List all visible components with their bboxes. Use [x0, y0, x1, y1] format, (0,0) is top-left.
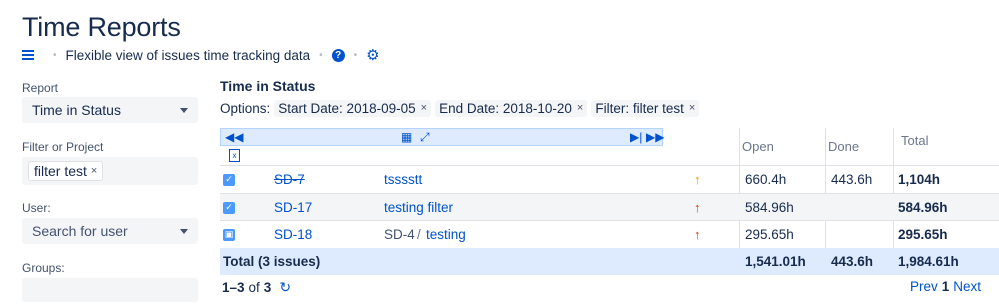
close-icon[interactable]: × — [91, 165, 97, 177]
priority-highest-icon: ↑ — [694, 200, 701, 215]
issue-type-task-icon: ✓ — [223, 201, 235, 214]
section-title: Time in Status — [220, 78, 316, 94]
expand-icon[interactable]: ⤢ — [420, 130, 430, 144]
groups-label: Groups: — [22, 261, 65, 275]
table-row: ▣ SD-18 SD-4 / testing ↑ 295.65h 295.65h — [220, 221, 999, 248]
option-label: End Date: 2018-10-20 — [439, 100, 572, 116]
issue-type-task-icon: ✓ — [223, 173, 235, 186]
next-page-link[interactable]: Next — [953, 279, 981, 294]
pagination-count: 3 — [263, 280, 272, 295]
pagination-summary: 1–3 of 3 ↻ — [222, 279, 291, 296]
refresh-icon[interactable]: ↻ — [279, 279, 291, 296]
separator-dot: • — [319, 49, 323, 61]
parent-issue-key[interactable]: SD-4 — [384, 221, 415, 248]
issue-key-link[interactable]: SD-18 — [274, 221, 312, 248]
chevron-down-icon — [180, 228, 188, 234]
header-subbar: • Flexible view of issues time tracking … — [22, 46, 380, 64]
separator-dot: • — [53, 49, 57, 61]
gear-icon[interactable]: ⚙ — [366, 48, 379, 63]
option-end-date[interactable]: End Date: 2018-10-20 × — [435, 99, 588, 117]
report-select-value: Time in Status — [32, 102, 121, 118]
option-filter[interactable]: Filter: filter test × — [591, 99, 700, 117]
prev-page-link[interactable]: Prev — [910, 279, 938, 294]
close-icon[interactable]: × — [689, 102, 695, 114]
column-header-total[interactable]: Total — [901, 133, 928, 148]
report-select[interactable]: Time in Status — [22, 97, 198, 123]
report-label: Report — [22, 81, 59, 95]
issue-summary-link[interactable]: tsssstt — [384, 166, 422, 193]
column-header-open[interactable]: Open — [742, 139, 774, 154]
step-forward-icon[interactable]: ▶| — [630, 130, 642, 144]
groups-input[interactable] — [22, 278, 198, 302]
separator-slash: / — [417, 227, 421, 242]
totals-row: Total (3 issues) 1,541.01h 443.6h 1,984.… — [220, 248, 999, 275]
separator-dot: • — [353, 49, 358, 61]
current-page: 1 — [941, 279, 950, 294]
menu-icon[interactable] — [22, 50, 34, 60]
calendar-icon[interactable]: ▦ — [401, 130, 412, 144]
option-label: Start Date: 2018-09-05 — [278, 100, 416, 116]
options-label: Options: — [220, 100, 271, 116]
totals-open: 1,541.01h — [745, 254, 806, 269]
fast-forward-icon[interactable]: ▶▶ — [646, 130, 664, 144]
issue-key-link[interactable]: SD-17 — [274, 194, 312, 221]
filter-input[interactable]: filter test × — [22, 157, 198, 185]
totals-done: 443.6h — [831, 254, 874, 269]
option-label: Filter: filter test — [595, 100, 684, 116]
issue-key-link[interactable]: SD-7 — [274, 166, 305, 193]
help-icon[interactable]: ? — [331, 48, 345, 62]
page-subtitle: Flexible view of issues time tracking da… — [65, 47, 311, 63]
chevron-down-icon — [180, 107, 188, 113]
totals-total: 1,984.61h — [898, 254, 959, 269]
priority-highest-icon: ↑ — [694, 227, 701, 242]
date-navigation-toolbar: ◀◀ ▦ ⤢ ▶| ▶▶ — [220, 128, 664, 146]
done-time: 443.6h — [831, 172, 873, 187]
fast-backward-icon[interactable]: ◀◀ — [225, 130, 243, 144]
open-time: 295.65h — [745, 227, 794, 242]
user-search-select[interactable]: Search for user — [22, 218, 198, 244]
issue-summary-link[interactable]: testing — [426, 221, 466, 248]
priority-high-icon: ↑ — [694, 172, 701, 187]
column-header-done[interactable]: Done — [828, 139, 859, 154]
issue-type-subtask-icon: ▣ — [223, 228, 235, 241]
user-search-placeholder: Search for user — [32, 223, 128, 239]
options-bar: Options: Start Date: 2018-09-05 × End Da… — [220, 98, 700, 118]
table-row: ✓ SD-7 tsssstt ↑ 660.4h 443.6h 1,104h — [220, 166, 999, 193]
total-time: 295.65h — [898, 227, 948, 242]
open-time: 660.4h — [745, 172, 787, 187]
totals-label: Total (3 issues) — [223, 254, 321, 269]
filter-tag[interactable]: filter test × — [28, 161, 104, 181]
open-time: 584.96h — [745, 200, 794, 215]
table-row: ✓ SD-17 testing filter ↑ 584.96h 584.96h — [220, 194, 999, 221]
close-icon[interactable]: × — [421, 102, 427, 114]
total-time: 584.96h — [898, 200, 948, 215]
total-time: 1,104h — [898, 172, 941, 187]
filter-label: Filter or Project — [22, 140, 104, 154]
excel-export-icon[interactable]: x — [229, 149, 240, 162]
issue-summary-link[interactable]: testing filter — [384, 194, 453, 221]
user-label: User: — [22, 201, 51, 215]
pagination-controls: Prev 1 Next — [910, 279, 981, 294]
page-title: Time Reports — [22, 12, 181, 42]
close-icon[interactable]: × — [577, 102, 583, 114]
pagination-range: 1–3 — [222, 280, 245, 295]
option-start-date[interactable]: Start Date: 2018-09-05 × — [274, 99, 432, 117]
filter-tag-label: filter test — [34, 163, 87, 179]
pagination-of: of — [248, 280, 260, 295]
